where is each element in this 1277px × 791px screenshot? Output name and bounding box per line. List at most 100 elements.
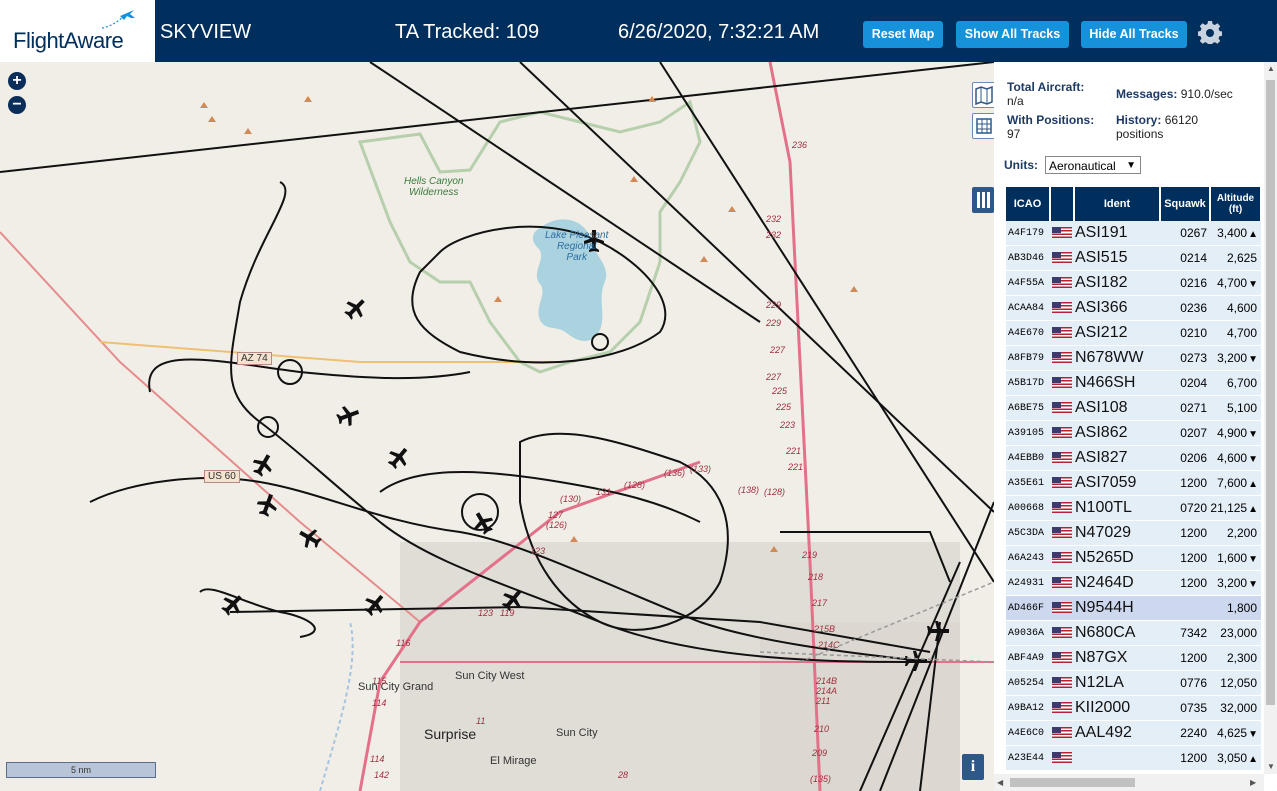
horizontal-scrollbar[interactable]: ◀ ▶ <box>994 774 1264 791</box>
icao-cell: A4EBB0 <box>1006 445 1050 471</box>
scroll-up-icon[interactable]: ▲ <box>1267 64 1275 73</box>
vertical-scrollbar[interactable]: ▲ ▼ <box>1264 62 1277 774</box>
table-row[interactable]: A6BE75 ASI108 0271 5,100 <box>1006 395 1261 421</box>
flag-cell <box>1050 295 1074 321</box>
altitude-value: 32,000 <box>1220 701 1257 715</box>
altitude-cell: 1,800 <box>1210 595 1261 621</box>
scroll-right-icon[interactable]: ▶ <box>1250 778 1256 787</box>
ident-cell: ASI108 <box>1074 395 1160 421</box>
flag-cell <box>1050 695 1074 721</box>
altitude-value: 4,700 <box>1217 276 1248 290</box>
us-flag-icon <box>1052 427 1072 439</box>
icao-cell: A4F55A <box>1006 270 1050 296</box>
squawk-cell: 0206 <box>1160 445 1210 471</box>
total-aircraft-label: Total Aircraft: <box>1007 80 1085 94</box>
ident-cell: ASI212 <box>1074 320 1160 346</box>
col-ident[interactable]: Ident <box>1074 187 1161 221</box>
vertical-scroll-thumb[interactable] <box>1266 80 1275 705</box>
table-row[interactable]: A5B17D N466SH 0204 6,700 <box>1006 370 1261 396</box>
hide-all-tracks-button[interactable]: Hide All Tracks <box>1081 21 1187 48</box>
road-number-label: 232 <box>766 230 782 240</box>
table-row[interactable]: A5C3DA N47029 1200 2,200 <box>1006 520 1261 546</box>
table-row[interactable]: A4F179 ASI191 0267 3,400▲ <box>1006 221 1261 246</box>
road-number-label: 210 <box>814 724 830 734</box>
grid-toggle-button[interactable] <box>972 113 994 139</box>
table-row[interactable]: A35E61 ASI7059 1200 7,600▲ <box>1006 470 1261 496</box>
col-icao[interactable]: ICAO <box>1006 187 1051 221</box>
us-flag-icon <box>1052 577 1072 589</box>
icao-cell: A5B17D <box>1006 370 1050 396</box>
table-row[interactable]: A9036A N680CA 7342 23,000 <box>1006 620 1261 646</box>
ident-cell <box>1074 745 1160 770</box>
table-row[interactable]: A24931 N2464D 1200 3,200▼ <box>1006 570 1261 596</box>
road-number-label: 219 <box>802 550 818 560</box>
sun-city-label: Sun City <box>556 727 598 739</box>
table-row[interactable]: A39105 ASI862 0207 4,900▼ <box>1006 420 1261 446</box>
table-row[interactable]: AB3D46 ASI515 0214 2,625 <box>1006 245 1261 271</box>
altitude-value: 23,000 <box>1220 626 1257 640</box>
zoom-out-button[interactable]: − <box>8 96 26 114</box>
table-row[interactable]: A23E44 1200 3,050▲ <box>1006 745 1261 770</box>
table-row[interactable]: A05254 N12LA 0776 12,050 <box>1006 670 1261 696</box>
altitude-trend-icon: ▼ <box>1248 279 1258 290</box>
show-all-tracks-button[interactable]: Show All Tracks <box>956 21 1069 48</box>
squawk-cell: 0273 <box>1160 345 1210 371</box>
altitude-cell: 4,700▼ <box>1210 270 1261 296</box>
table-row[interactable]: A4E670 ASI212 0210 4,700 <box>1006 320 1261 346</box>
scroll-left-icon[interactable]: ◀ <box>997 778 1003 787</box>
toggle-sidebar-button[interactable] <box>972 187 994 213</box>
units-select[interactable]: Aeronautical ▼ <box>1045 156 1141 174</box>
col-flag[interactable] <box>1050 187 1075 221</box>
col-altitude[interactable]: Altitude (ft) <box>1210 187 1261 221</box>
ident-cell: ASI182 <box>1074 270 1160 296</box>
altitude-cell: 4,900▼ <box>1210 420 1261 446</box>
aircraft-table-wrapper[interactable]: ICAO Ident Squawk Altitude (ft) A4F179 AS… <box>1006 187 1261 770</box>
us-flag-icon <box>1052 227 1072 239</box>
flag-cell <box>1050 320 1074 346</box>
gear-icon[interactable] <box>1198 20 1222 44</box>
table-row[interactable]: AD466F N9544H 1,800 <box>1006 595 1261 621</box>
clock: 6/26/2020, 7:32:21 AM <box>618 21 820 43</box>
info-button[interactable]: i <box>962 754 984 780</box>
reset-map-button[interactable]: Reset Map <box>863 21 943 48</box>
with-positions-stat: With Positions: 97 <box>1007 113 1094 141</box>
flag-cell <box>1050 445 1074 471</box>
flag-cell <box>1050 345 1074 371</box>
altitude-cell: 4,625▼ <box>1210 720 1261 746</box>
table-row[interactable]: A4E6C0 AAL492 2240 4,625▼ <box>1006 720 1261 746</box>
flag-cell <box>1050 745 1074 770</box>
altitude-cell: 21,125▲ <box>1210 495 1261 521</box>
table-row[interactable]: ABF4A9 N87GX 1200 2,300 <box>1006 645 1261 671</box>
table-row[interactable]: ACAA84 ASI366 0236 4,600 <box>1006 295 1261 321</box>
messages-label: Messages: <box>1116 87 1178 101</box>
icao-cell: A00668 <box>1006 495 1050 521</box>
altitude-value: 3,400 <box>1217 226 1248 240</box>
table-row[interactable]: A4EBB0 ASI827 0206 4,600▼ <box>1006 445 1261 471</box>
table-row[interactable]: A8FB79 N678WW 0273 3,200▼ <box>1006 345 1261 371</box>
road-number-label: 221 <box>788 462 804 472</box>
table-row[interactable]: A00668 N100TL 0720 21,125▲ <box>1006 495 1261 521</box>
map-layers-button[interactable] <box>972 82 994 108</box>
zoom-in-button[interactable]: + <box>8 72 26 90</box>
col-squawk[interactable]: Squawk <box>1160 187 1211 221</box>
top-bar: FlightAware SKYVIEW TA Tracked: 109 6/26… <box>0 0 1277 62</box>
table-row[interactable]: A9BA12 KII2000 0735 32,000 <box>1006 695 1261 721</box>
history-stat: History: 66120 positions <box>1116 113 1198 141</box>
horizontal-scroll-thumb[interactable] <box>1010 778 1135 787</box>
scroll-down-icon[interactable]: ▼ <box>1267 762 1275 771</box>
table-row[interactable]: A4F55A ASI182 0216 4,700▼ <box>1006 270 1261 296</box>
altitude-value: 6,700 <box>1226 376 1257 390</box>
messages-stat: Messages: 910.0/sec <box>1116 87 1233 101</box>
icao-cell: A9036A <box>1006 620 1050 646</box>
us-flag-icon <box>1052 352 1072 364</box>
table-row[interactable]: A6A243 N5265D 1200 1,600▼ <box>1006 545 1261 571</box>
squawk-cell: 0204 <box>1160 370 1210 396</box>
flag-cell <box>1050 620 1074 646</box>
ident-cell: N47029 <box>1074 520 1160 546</box>
flightaware-logo[interactable]: FlightAware <box>0 0 155 62</box>
road-number-label: (128) <box>764 487 786 497</box>
altitude-cell: 7,600▲ <box>1210 470 1261 496</box>
altitude-value: 2,200 <box>1226 526 1257 540</box>
map-view[interactable]: + − Hells Canyon Wilderness Lake Pleasan… <box>0 62 994 791</box>
altitude-cell: 4,700 <box>1210 320 1261 346</box>
